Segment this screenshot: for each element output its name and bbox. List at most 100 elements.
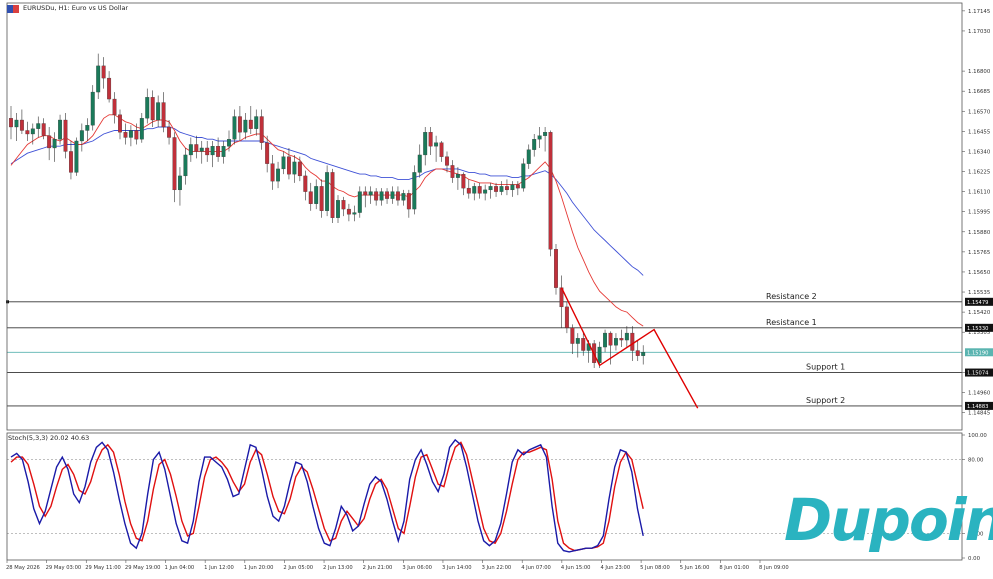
candle-body [128,130,133,138]
candle [194,135,199,159]
candle-body [227,139,231,147]
time-tick-label: 3 Jun 14:00 [442,565,472,571]
candle [96,53,101,100]
candle-body [401,193,406,201]
dupoin-logo-text: Dupoin [784,486,993,554]
candle-body [232,116,237,140]
stoch-signal-line [10,441,644,552]
candle [488,182,493,199]
candle-body [297,161,302,177]
candle-body [488,186,493,191]
candle [537,126,542,148]
candle-body [423,132,428,156]
price-tick-label: 1.16800 [968,69,991,75]
candle [188,137,193,162]
candle-body [237,116,242,133]
candle [477,182,482,199]
candle [341,196,346,217]
candle [472,182,477,201]
time-tick-label: 4 Jun 15:00 [561,565,591,571]
candle-body [325,172,330,211]
candle-body [330,172,335,218]
candle [603,329,607,353]
time-tick-label: 5 Jun 08:00 [640,565,670,571]
symbol-flag-icon [7,5,19,13]
candle [314,179,319,210]
candle-body [30,128,35,135]
candle-body [494,186,498,192]
candle-body [450,165,455,178]
candle [259,109,264,150]
candle [543,126,548,152]
candle-body [445,156,449,166]
candle-body [417,154,422,173]
candle-body [248,119,253,129]
candle [532,133,537,157]
candle-body [543,132,548,136]
candle-body [281,156,286,170]
candle-body [395,191,400,201]
candle [559,275,564,328]
time-tick-label: 3 Jun 06:00 [402,565,432,571]
candle-body [286,156,291,175]
candle [325,165,330,217]
time-tick-label: 4 Jun 23:00 [600,565,630,571]
candle-body [363,191,368,196]
candle-body [477,186,482,194]
candle-body [374,191,379,201]
price-tick-label: 1.16570 [968,109,991,115]
level-price-tag-text: 1.14883 [967,404,988,410]
time-tick-label: 2 Jun 13:00 [323,565,353,571]
candle [450,160,455,183]
candle [52,132,57,162]
time-tick-label: 1 Jun 20:00 [244,565,274,571]
candle [292,154,297,183]
candle-body [570,327,575,344]
candle [515,181,520,196]
candle-body [63,119,68,152]
candle-body [614,338,618,346]
candle [79,123,84,152]
time-tick-label: 3 Jun 22:00 [482,565,512,571]
candle [254,109,259,136]
candle-body [139,118,144,140]
candle-body [510,184,515,191]
candle-body [19,119,24,131]
stoch-tick-label: 100.00 [968,433,987,439]
candle-body [472,186,477,194]
time-tick-label: 8 Jun 01:00 [719,565,749,571]
price-tick-label: 1.14845 [968,411,990,417]
price-tick-label: 1.15650 [968,270,991,276]
candle-body [156,102,161,121]
level-label: Support 2 [806,396,845,405]
candle-body [608,332,613,346]
candle-body [161,102,166,128]
candle-body [221,146,226,157]
candle [619,329,624,348]
candle-body [308,191,313,204]
chart-window[interactable]: Resistance 2 Resistance 1 Support 1 Support… [0,0,993,575]
candle [101,57,106,89]
price-tick-label: 1.16685 [968,89,990,95]
candle [352,205,357,222]
candle [412,165,417,215]
candle [390,186,395,204]
candle [177,167,182,206]
candle [434,135,439,162]
candle-body [548,132,553,250]
candle [368,186,373,204]
candle [439,140,444,162]
candle [395,186,400,206]
candle-body [14,119,19,128]
time-tick-label: 1 Jun 04:00 [165,565,195,571]
candle-body [352,212,357,215]
candle [357,186,362,218]
candle [624,326,629,348]
candle-body [47,135,52,149]
candle-body [36,123,41,129]
level-price-tag-text: 1.15479 [967,300,988,306]
chart-canvas[interactable]: Resistance 2 Resistance 1 Support 1 Support… [0,0,993,575]
candle [74,137,79,176]
candle [385,188,389,204]
candle-body [172,137,177,191]
